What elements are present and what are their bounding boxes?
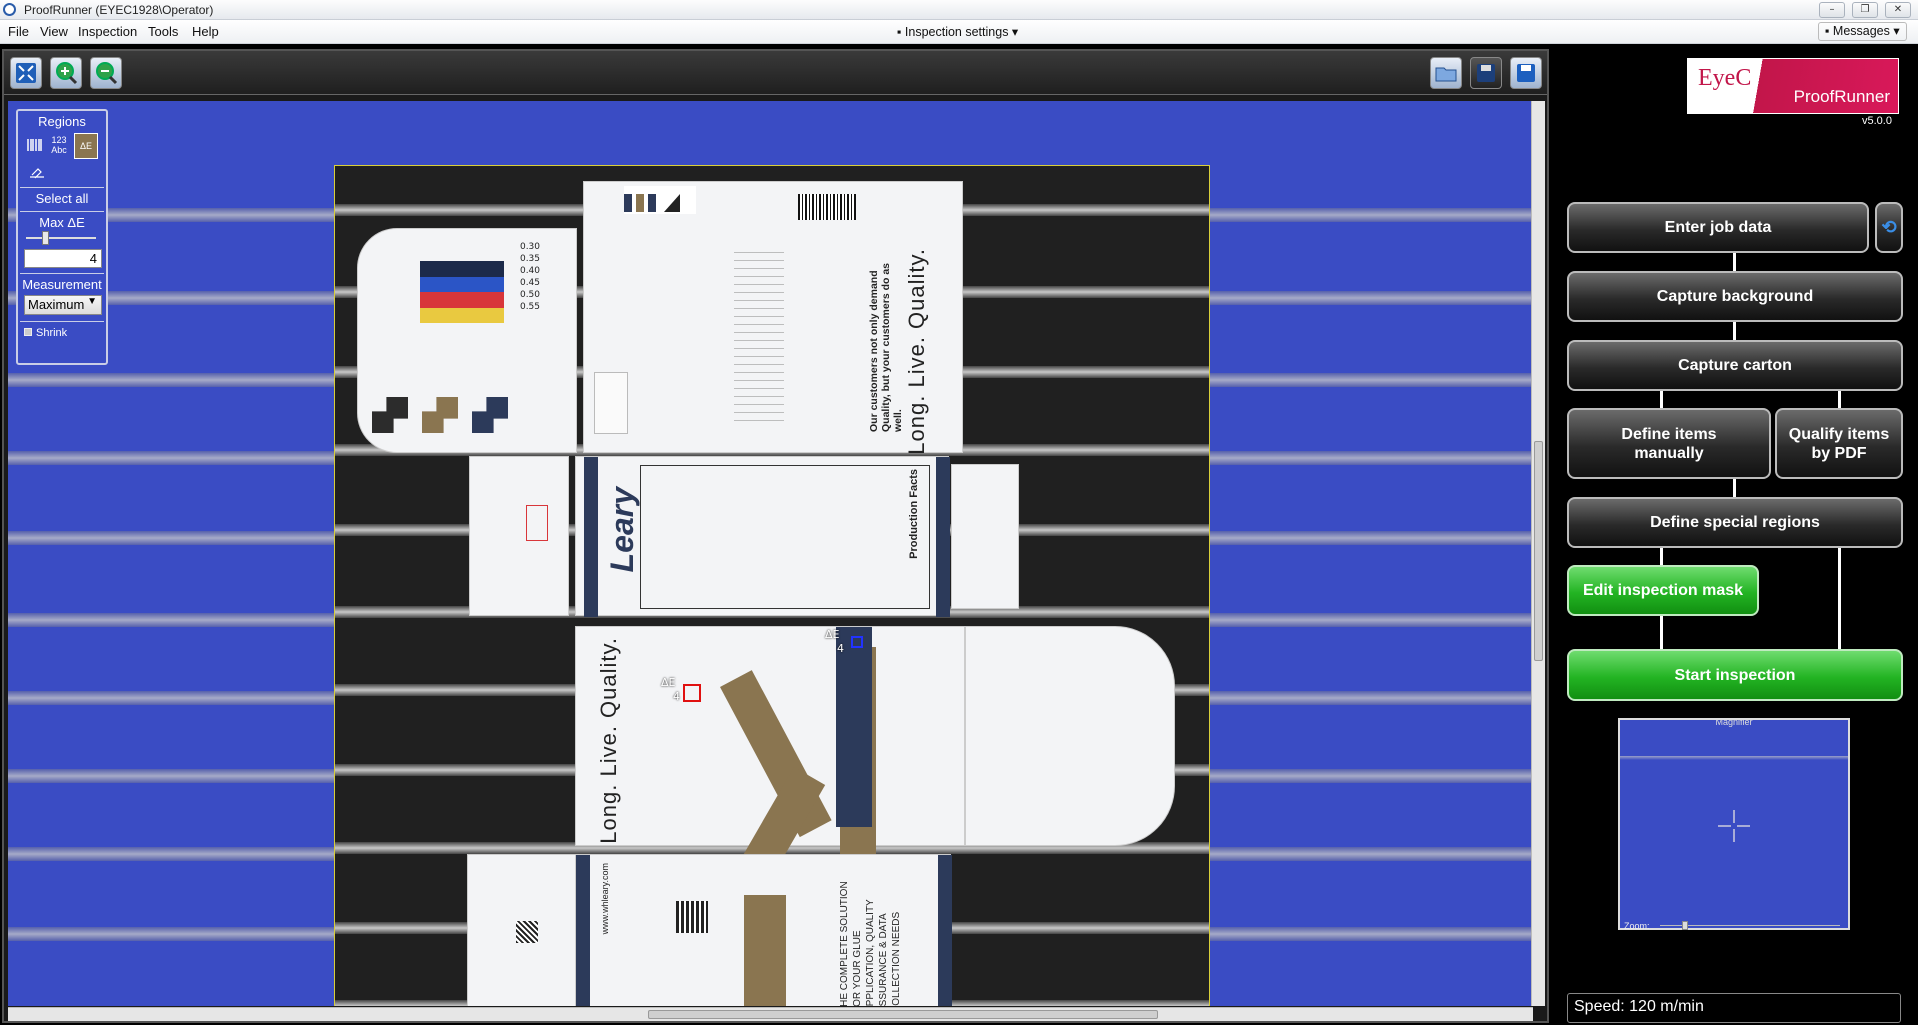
edit-inspection-mask-button[interactable]: Edit inspection mask <box>1567 565 1759 616</box>
select-all-button[interactable]: Select all <box>18 191 106 206</box>
inspection-canvas[interactable]: 0.30 0.35 0.40 0.45 0.50 0.55 Long. Live. Qua… <box>8 101 1533 1006</box>
carton-facts-panel: Leary Production Facts <box>575 456 950 617</box>
max-de-slider[interactable] <box>26 231 96 245</box>
carton-subtitle: Our customers not only demand Quality, b… <box>868 262 904 432</box>
carton-front-panel: Long. Live. Quality. <box>575 626 965 881</box>
scanned-carton-image[interactable]: 0.30 0.35 0.40 0.45 0.50 0.55 Long. Live. Qua… <box>334 165 1210 1006</box>
zoom-in-icon <box>56 62 78 85</box>
regions-header: Regions <box>38 114 86 129</box>
delta-e-marker-2-value: 4 <box>837 642 844 655</box>
version-label: v5.0.0 <box>1862 115 1892 127</box>
menu-file[interactable]: File <box>8 24 29 39</box>
measurement-select-value: Maximum <box>28 297 85 312</box>
carton-tuck-flap <box>965 626 1175 846</box>
qualify-items-by-pdf-button[interactable]: Qualify items by PDF <box>1775 408 1903 479</box>
delta-e-marker-1-value: 4 <box>673 690 680 703</box>
eyec-logo: EyeC ProofRunner <box>1687 58 1899 114</box>
delta-e-region-2[interactable] <box>851 636 863 648</box>
define-items-manually-button[interactable]: Define items manually <box>1567 408 1771 479</box>
viewer-toolbar <box>4 51 1547 95</box>
text-region-icon[interactable]: 123 Abc <box>48 135 70 157</box>
refresh-icon[interactable]: ⟲ <box>1875 202 1903 253</box>
carton-bottom-flap <box>467 854 577 1006</box>
open-button[interactable] <box>1430 57 1462 89</box>
minimize-button[interactable]: – <box>1819 2 1845 18</box>
capture-carton-button[interactable]: Capture carton <box>1567 340 1903 391</box>
fit-icon <box>16 63 36 83</box>
measurement-label: Measurement <box>22 277 102 292</box>
max-de-slider-thumb[interactable] <box>41 231 49 245</box>
title-bar: ProofRunner (EYEC1928\Operator) – ❐ ✕ <box>0 0 1918 20</box>
eraser-icon[interactable] <box>26 165 48 187</box>
window-title: ProofRunner (EYEC1928\Operator) <box>24 3 214 17</box>
carton-tagline: THE COMPLETE SOLUTION FOR YOUR GLUE APPL… <box>839 881 902 1006</box>
logo-product-text: ProofRunner <box>1793 87 1890 106</box>
chevron-down-icon: ▼ <box>87 296 97 307</box>
zoom-slider[interactable] <box>1660 921 1840 930</box>
vertical-scrollbar[interactable] <box>1531 101 1545 1006</box>
carton-right-flap <box>951 464 1019 609</box>
magnifier-panel: Magnifier Zoom: <box>1618 717 1850 931</box>
messages-dropdown[interactable]: ▪ Messages ▾ <box>1818 22 1907 41</box>
app-icon <box>3 3 16 16</box>
max-de-label: Max ΔE <box>39 215 85 230</box>
menu-inspection[interactable]: Inspection <box>78 24 137 39</box>
carton-headline-top: Long. Live. Quality. <box>904 248 929 455</box>
shrink-checkbox[interactable]: Shrink <box>24 327 67 339</box>
crosshair-icon <box>1718 810 1750 842</box>
enter-job-data-button[interactable]: Enter job data <box>1567 202 1869 253</box>
delta-e-region-icon[interactable]: ΔE <box>74 133 98 159</box>
fit-to-window-button[interactable] <box>10 57 42 89</box>
horizontal-scrollbar[interactable] <box>8 1007 1533 1021</box>
define-special-regions-button[interactable]: Define special regions <box>1567 497 1903 548</box>
close-button[interactable]: ✕ <box>1885 2 1911 18</box>
save-as-button[interactable] <box>1510 57 1542 89</box>
folder-icon <box>1435 67 1457 82</box>
inspection-settings-dropdown[interactable]: ▪ Inspection settings ▾ <box>897 24 1018 39</box>
logo-eyec-text: EyeC <box>1698 65 1752 91</box>
menu-view[interactable]: View <box>40 24 68 39</box>
zoom-out-button[interactable] <box>90 57 122 89</box>
save-icon <box>1477 64 1495 82</box>
save-as-icon <box>1517 64 1535 82</box>
carton-brand: Leary <box>604 487 640 573</box>
carton-bottom-panel: www.whleary.com THE COMPLETE SOLUTION FO… <box>575 854 952 1006</box>
menu-help[interactable]: Help <box>192 24 219 39</box>
delta-e-marker-2-label: ΔE <box>825 628 840 641</box>
carton-facts-title: Production Facts <box>908 469 920 559</box>
carton-side-flap <box>469 456 569 616</box>
regions-panel: Regions 123 Abc ΔE Select all Max ΔE 4 Me… <box>16 109 108 365</box>
start-inspection-button[interactable]: Start inspection <box>1567 649 1903 701</box>
save-button[interactable] <box>1470 57 1502 89</box>
carton-flap-left: 0.30 0.35 0.40 0.45 0.50 0.55 <box>357 228 577 453</box>
image-viewer: 0.30 0.35 0.40 0.45 0.50 0.55 Long. Live. Qua… <box>2 49 1549 1023</box>
measurement-select[interactable]: Maximum ▼ <box>24 295 102 315</box>
delta-e-region-1[interactable] <box>683 684 701 702</box>
zoom-in-button[interactable] <box>50 57 82 89</box>
speed-status: Speed: 120 m/min <box>1567 993 1901 1023</box>
carton-website: www.whleary.com <box>600 863 610 935</box>
restore-button[interactable]: ❐ <box>1852 2 1878 18</box>
carton-headline-front: Long. Live. Quality. <box>596 637 621 844</box>
magnifier-label: Magnifier <box>1715 717 1753 727</box>
max-de-input[interactable]: 4 <box>24 249 102 268</box>
menu-bar: File View Inspection Tools Help ▪ Inspec… <box>0 20 1918 44</box>
zoom-out-icon <box>96 62 118 85</box>
barcode-region-icon[interactable] <box>24 135 46 157</box>
zoom-label: Zoom: <box>1624 921 1650 931</box>
menu-tools[interactable]: Tools <box>148 24 178 39</box>
zoom-slider-thumb[interactable] <box>1682 921 1688 930</box>
capture-background-button[interactable]: Capture background <box>1567 271 1903 322</box>
delta-e-marker-1-label: ΔE <box>661 676 676 689</box>
carton-top-panel: Long. Live. Quality. Our customers not o… <box>583 181 963 455</box>
